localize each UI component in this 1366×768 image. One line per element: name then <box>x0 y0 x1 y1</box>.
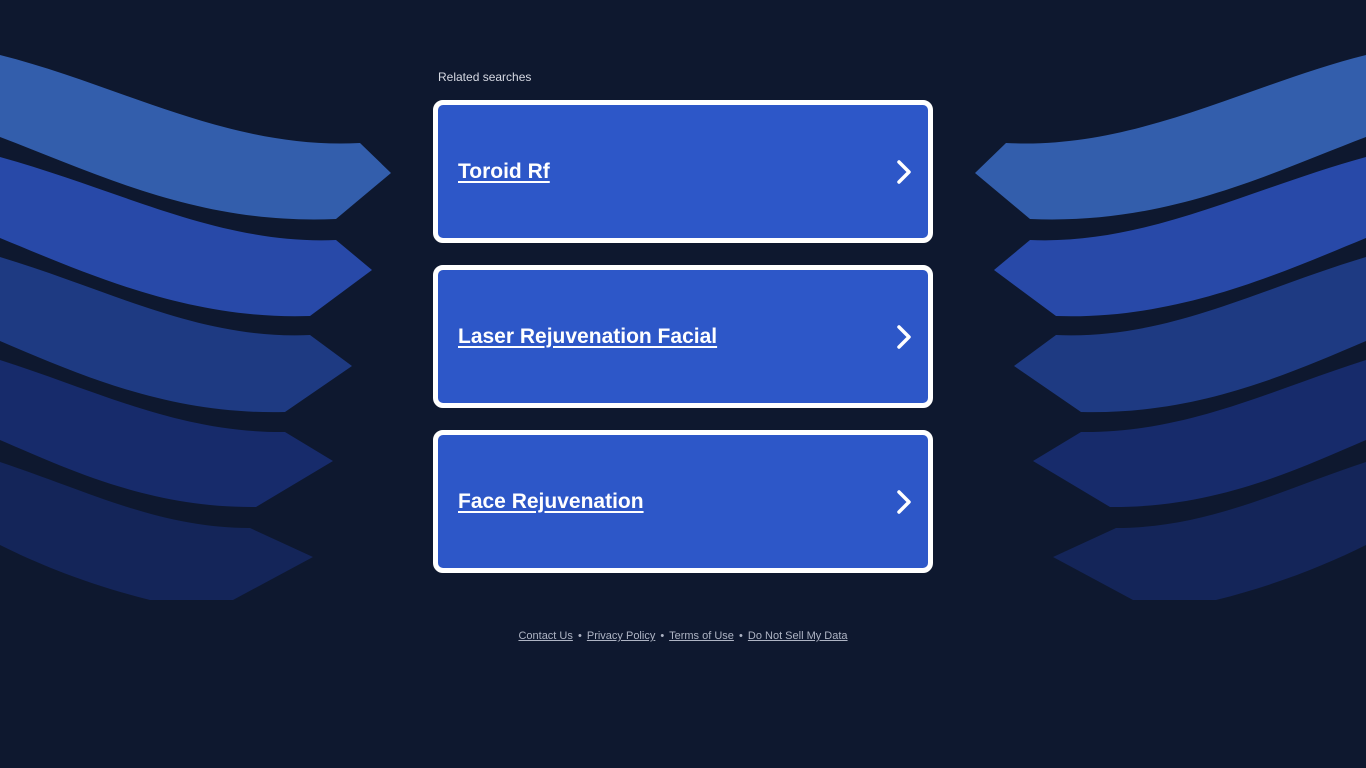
contact-us-link[interactable]: Contact Us <box>518 630 572 642</box>
related-searches-heading: Related searches <box>438 70 532 84</box>
page: Related searches Toroid Rf Laser Rejuven… <box>0 0 1366 768</box>
right-decorative-bands <box>975 55 1366 600</box>
related-search-link[interactable]: Toroid Rf <box>458 160 550 184</box>
footer-links: Contact Us • Privacy Policy • Terms of U… <box>0 630 1366 642</box>
related-search-link[interactable]: Face Rejuvenation <box>458 490 644 514</box>
related-search-link[interactable]: Laser Rejuvenation Facial <box>458 325 717 349</box>
related-search-card-toroid-rf[interactable]: Toroid Rf <box>433 100 933 243</box>
footer-separator: • <box>577 630 582 642</box>
footer-separator: • <box>738 630 743 642</box>
related-search-card-laser-rejuvenation-facial[interactable]: Laser Rejuvenation Facial <box>433 265 933 408</box>
chevron-right-icon <box>897 324 911 349</box>
do-not-sell-my-data-link[interactable]: Do Not Sell My Data <box>748 630 848 642</box>
chevron-right-icon <box>897 489 911 514</box>
privacy-policy-link[interactable]: Privacy Policy <box>587 630 655 642</box>
chevron-right-icon <box>897 159 911 184</box>
terms-of-use-link[interactable]: Terms of Use <box>669 630 734 642</box>
footer-separator: • <box>660 630 665 642</box>
related-search-card-face-rejuvenation[interactable]: Face Rejuvenation <box>433 430 933 573</box>
left-decorative-bands <box>0 55 391 600</box>
